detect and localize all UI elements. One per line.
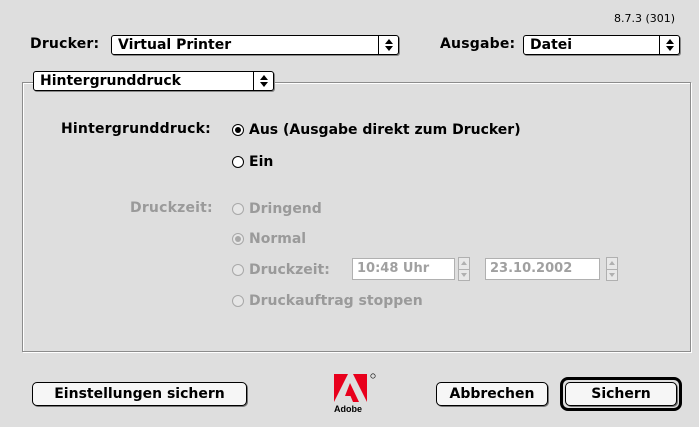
panel-selector-value: Hintergrunddruck [40,73,181,89]
radio-button[interactable] [232,203,244,215]
popup-arrows-icon [378,36,398,54]
radio-background-on[interactable]: Ein [232,152,273,172]
date-stepper[interactable] [606,257,618,281]
radio-button[interactable] [232,124,244,136]
radio-normal[interactable]: Normal [232,229,306,249]
radio-background-off[interactable]: Aus (Ausgabe direkt zum Drucker) [232,120,521,140]
stepper-down-icon [461,272,467,277]
stepper-up-icon [461,261,467,266]
version-label: 8.7.3 (301) [614,12,676,25]
printer-value: Virtual Printer [118,37,232,53]
radio-urgent[interactable]: Dringend [232,199,322,219]
save-button[interactable]: Sichern [565,382,677,406]
radio-label: Aus (Ausgabe direkt zum Drucker) [249,122,521,138]
popup-arrows-icon [253,72,273,90]
time-stepper[interactable] [458,257,470,281]
output-value: Datei [530,37,573,53]
radio-button[interactable] [232,156,244,168]
popup-arrows-icon [659,36,679,54]
output-label: Ausgabe: [440,36,516,52]
printer-popup[interactable]: Virtual Printer [111,35,399,55]
save-settings-button[interactable]: Einstellungen sichern [32,382,247,406]
radio-label: Dringend [249,201,322,217]
date-field[interactable]: 23.10.2002 [485,258,600,280]
radio-button[interactable] [232,233,244,245]
output-popup[interactable]: Datei [523,35,680,55]
radio-label: Druckzeit: [249,262,330,278]
adobe-logo-text: Adobe [334,404,362,414]
panel-selector-popup[interactable]: Hintergrunddruck [33,71,274,91]
time-field[interactable]: 10:48 Uhr [352,258,455,280]
radio-stop-job[interactable]: Druckauftrag stoppen [232,291,423,311]
stepper-down-icon [609,272,615,277]
printer-label: Drucker: [30,36,100,52]
radio-label: Druckauftrag stoppen [249,293,423,309]
print-time-label: Druckzeit: [130,200,213,216]
radio-print-time[interactable]: Druckzeit: [232,260,330,280]
radio-button[interactable] [232,264,244,276]
stepper-up-icon [609,261,615,266]
radio-label: Ein [249,154,274,170]
cancel-button[interactable]: Abbrechen [436,382,548,406]
radio-label: Normal [249,231,307,247]
radio-button[interactable] [232,295,244,307]
background-print-label: Hintergrunddruck: [61,121,211,137]
